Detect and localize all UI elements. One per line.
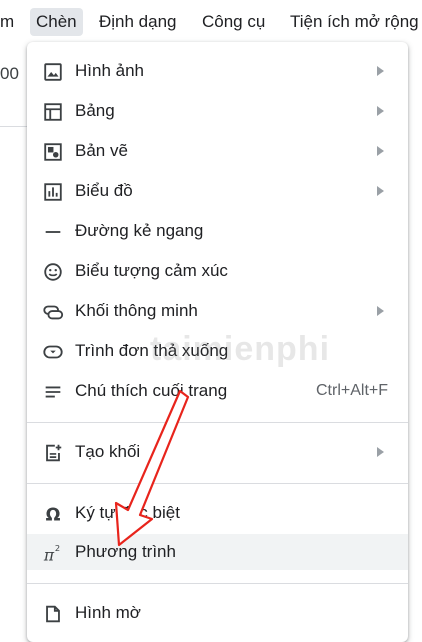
svg-text:π: π — [43, 546, 55, 564]
background-divider — [0, 126, 30, 127]
menu-bar-item-extensions[interactable]: Tiện ích mở rộng — [284, 8, 422, 36]
building-blocks-icon — [42, 442, 64, 464]
background-zoom-text: 00 — [0, 64, 19, 83]
menu-item-image[interactable]: Hình ảnh — [27, 53, 408, 89]
drawing-icon — [42, 141, 64, 163]
submenu-arrow-icon — [377, 186, 384, 196]
menu-bar-item-tools[interactable]: Công cụ — [196, 8, 271, 36]
menu-bar-item-view[interactable]: m — [0, 8, 20, 36]
svg-text:2: 2 — [55, 543, 60, 553]
menu-separator — [27, 483, 408, 484]
menu-bar-item-format[interactable]: Định dạng — [93, 8, 183, 36]
watermark-text: taimienphi — [150, 330, 331, 368]
menu-item-special-characters[interactable]: Ω Ký tự đặc biệt — [27, 495, 408, 531]
menu-item-label: Ký tự đặc biệt — [75, 503, 180, 522]
menu-item-label: Khối thông minh — [75, 301, 198, 320]
menu-item-equation[interactable]: π2 Phương trình — [27, 534, 408, 570]
menu-item-label: Hình mờ — [75, 603, 141, 622]
menu-bar: m Chèn Định dạng Công cụ Tiện ích mở rộn… — [0, 0, 422, 42]
submenu-arrow-icon — [377, 66, 384, 76]
menu-item-footnote[interactable]: Chú thích cuối trang Ctrl+Alt+F — [27, 373, 408, 409]
menu-item-building-blocks[interactable]: Tạo khối — [27, 434, 408, 470]
submenu-arrow-icon — [377, 106, 384, 116]
menu-item-table[interactable]: Bảng — [27, 93, 408, 129]
image-icon — [42, 61, 64, 83]
menu-item-label: Biểu đồ — [75, 181, 133, 200]
emoji-icon — [42, 261, 64, 283]
menu-item-emoji[interactable]: Biểu tượng cảm xúc — [27, 253, 408, 289]
menu-item-label: Đường kẻ ngang — [75, 221, 204, 240]
menu-item-horizontal-line[interactable]: Đường kẻ ngang — [27, 213, 408, 249]
menu-separator — [27, 422, 408, 423]
svg-text:Ω: Ω — [46, 505, 61, 525]
submenu-arrow-icon — [377, 146, 384, 156]
menu-item-drawing[interactable]: Bản vẽ — [27, 133, 408, 169]
menu-item-label: Phương trình — [75, 542, 176, 561]
menu-bar-item-insert[interactable]: Chèn — [30, 8, 83, 36]
menu-separator — [27, 583, 408, 584]
menu-item-smart-chips[interactable]: Khối thông minh — [27, 293, 408, 329]
omega-icon: Ω — [42, 503, 64, 525]
menu-item-watermark[interactable]: Hình mờ — [27, 595, 408, 631]
footnote-icon — [42, 381, 64, 403]
keyboard-shortcut: Ctrl+Alt+F — [315, 382, 388, 399]
watermark-icon — [42, 603, 64, 625]
dropdown-icon — [42, 341, 64, 363]
menu-item-label: Bản vẽ — [75, 141, 128, 160]
smart-chip-icon — [42, 301, 64, 323]
submenu-arrow-icon — [377, 306, 384, 316]
menu-item-label: Biểu tượng cảm xúc — [75, 261, 228, 280]
table-icon — [42, 101, 64, 123]
menu-item-label: Tạo khối — [75, 442, 141, 461]
menu-item-label: Bảng — [75, 101, 115, 120]
pi-squared-icon: π2 — [42, 542, 64, 564]
chart-icon — [42, 181, 64, 203]
menu-item-label: Chú thích cuối trang — [75, 381, 228, 400]
menu-item-label: Hình ảnh — [75, 61, 144, 80]
horizontal-line-icon — [42, 221, 64, 243]
submenu-arrow-icon — [377, 447, 384, 457]
menu-item-chart[interactable]: Biểu đồ — [27, 173, 408, 209]
